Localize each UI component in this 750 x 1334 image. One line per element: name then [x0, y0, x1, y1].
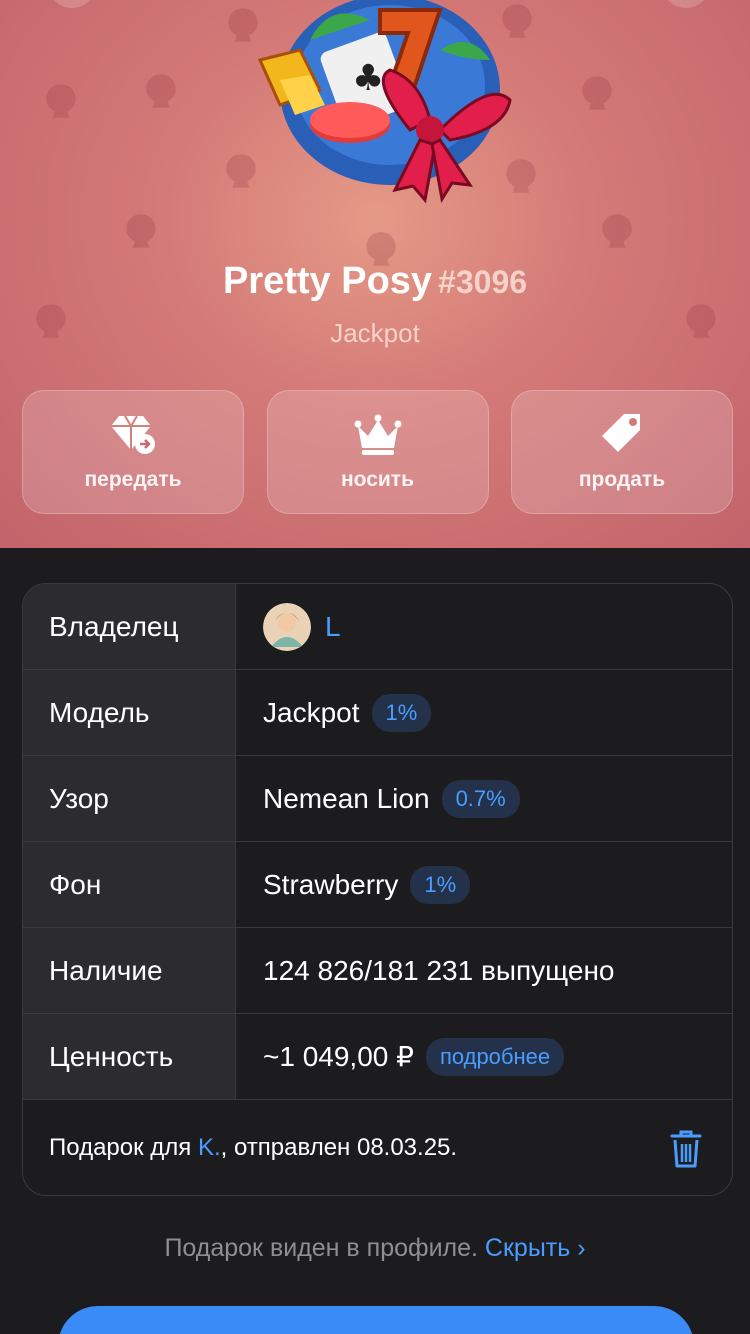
value-amount: ~1 049,00 ₽ [263, 1041, 414, 1072]
recipient-link[interactable]: K. [198, 1134, 221, 1162]
lion-pattern-icon [126, 214, 156, 248]
wear-button[interactable]: носить [266, 390, 489, 514]
avatar[interactable] [263, 602, 311, 651]
backdrop-row: Фон Strawberry 1% [23, 842, 732, 928]
pattern-rarity-badge: 0.7% [441, 779, 520, 818]
gift-details-table: Владелец L Модель Jackpot 1% Узор Nemean … [22, 583, 733, 1196]
model-key: Модель [23, 670, 236, 755]
chevron-right-icon: › [577, 1234, 586, 1262]
lion-pattern-icon [602, 214, 632, 248]
owner-name-link[interactable]: L [325, 611, 341, 643]
transfer-label: передать [84, 468, 182, 491]
action-buttons: передать носить продать [22, 390, 733, 514]
sell-button[interactable]: продать [511, 390, 733, 514]
sell-label: продать [578, 468, 666, 491]
primary-action-button[interactable] [58, 1306, 694, 1334]
gift-hero: ♣ Pretty Posy #3096 Jackpot передать нос… [0, 0, 750, 548]
profile-visibility-note: Подарок виден в профиле. Скрыть › [0, 1234, 750, 1263]
gift-title: Pretty Posy #3096 [0, 260, 750, 303]
more-details-button[interactable]: подробнее [425, 1037, 565, 1076]
gift-sent-info: Подарок для K., отправлен 08.03.25. [23, 1100, 732, 1195]
availability-key: Наличие [23, 928, 236, 1013]
hide-link[interactable]: Скрыть › [485, 1234, 586, 1262]
lion-pattern-icon [582, 76, 612, 110]
pattern-key: Узор [23, 756, 236, 841]
visibility-text: Подарок виден в профиле. [164, 1234, 485, 1262]
hide-label: Скрыть [484, 1234, 571, 1262]
backdrop-key: Фон [23, 842, 236, 927]
gift-model-subtitle: Jackpot [330, 318, 420, 348]
model-value: Jackpot [263, 696, 360, 728]
gift-name: Pretty Posy [222, 260, 433, 302]
pattern-value: Nemean Lion [263, 782, 430, 814]
gift-sent-prefix: Подарок для [49, 1134, 198, 1161]
model-row: Модель Jackpot 1% [23, 670, 732, 756]
value-row: Ценность ~1 049,00 ₽ подробнее [23, 1014, 732, 1100]
model-rarity-badge: 1% [371, 693, 432, 732]
transfer-gift-icon [111, 415, 155, 454]
wear-label: носить [340, 468, 415, 491]
more-button[interactable] [662, 0, 710, 8]
close-button[interactable] [48, 0, 96, 8]
owner-row: Владелец L [23, 584, 732, 670]
lion-pattern-icon [146, 74, 176, 108]
availability-value: 124 826/181 231 выпущено [263, 954, 615, 986]
backdrop-value: Strawberry [263, 868, 399, 900]
gift-number: #3096 [438, 264, 528, 300]
gift-sent-suffix: , отправлен 08.03.25. [220, 1134, 458, 1161]
jackpot-gift-icon: ♣ [257, 0, 512, 204]
availability-row: Наличие 124 826/181 231 выпущено [23, 928, 732, 1014]
owner-key: Владелец [23, 584, 236, 669]
backdrop-rarity-badge: 1% [410, 865, 471, 904]
crown-icon [354, 414, 401, 455]
owner-value[interactable]: L [236, 584, 732, 669]
price-tag-icon [602, 414, 640, 452]
value-key: Ценность [23, 1014, 236, 1099]
transfer-button[interactable]: передать [22, 390, 244, 514]
trash-icon[interactable] [668, 1128, 704, 1170]
lion-pattern-icon [46, 84, 76, 118]
svg-text:♣: ♣ [352, 58, 384, 99]
pattern-row: Узор Nemean Lion 0.7% [23, 756, 732, 842]
